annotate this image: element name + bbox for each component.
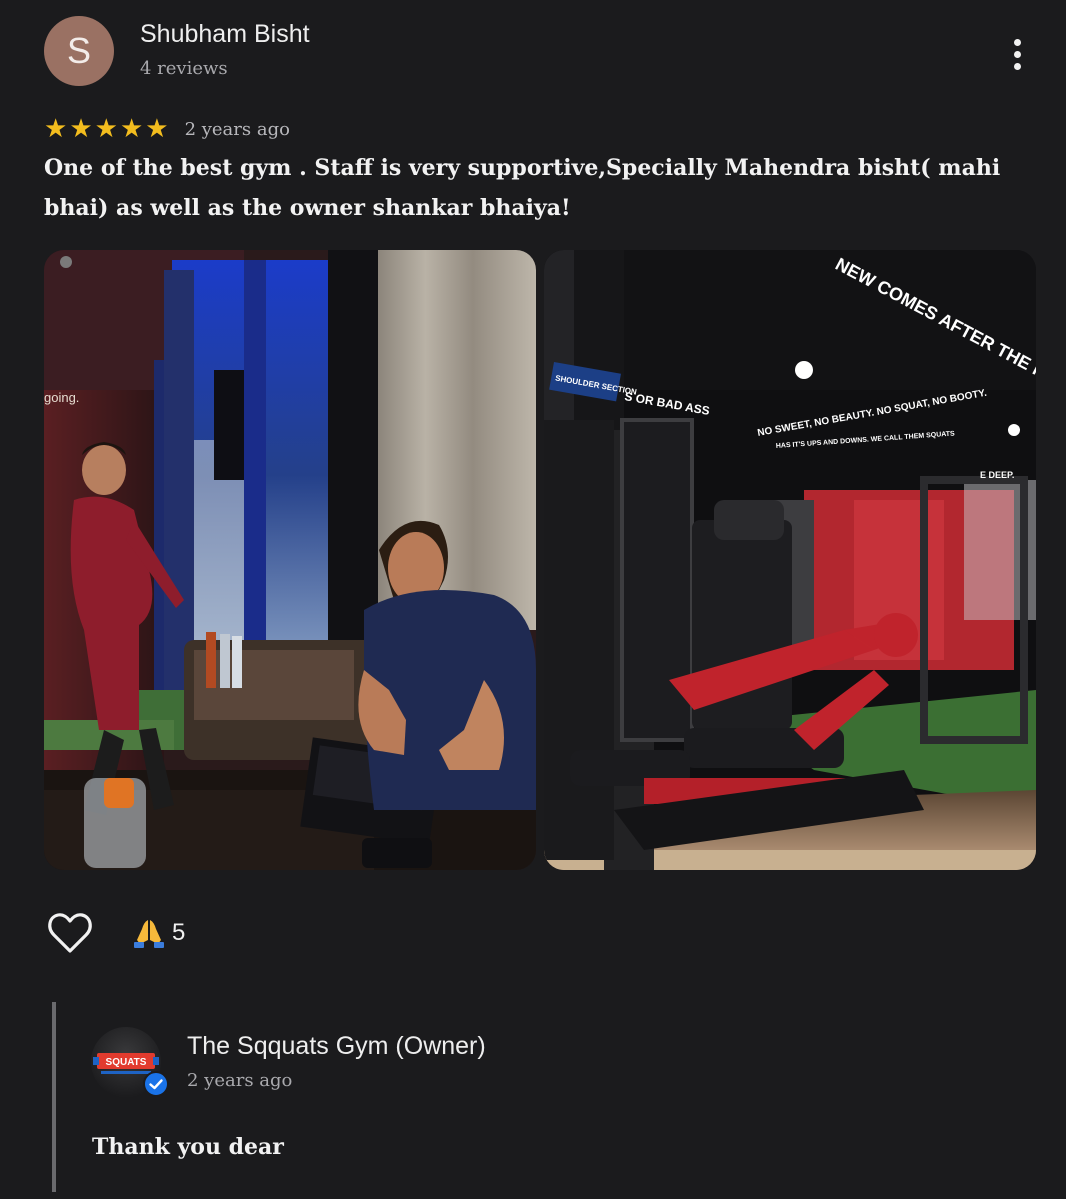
review-header: S Shubham Bisht 4 reviews [44, 16, 1034, 88]
verified-check-icon [143, 1071, 169, 1097]
star-icon: ★ [44, 114, 68, 144]
star-rating: ★ ★ ★ ★ ★ [44, 116, 169, 142]
reaction-count: 5 [172, 919, 186, 946]
star-icon: ★ [145, 114, 169, 144]
rating-row: ★ ★ ★ ★ ★ 2 years ago [44, 114, 290, 144]
star-icon: ★ [69, 114, 93, 144]
review-photo-2[interactable]: NEW COMES AFTER THE HARDEST CLI SHOULDER… [544, 250, 1036, 870]
reviewer-avatar[interactable]: S [44, 16, 114, 86]
gym-logo-text: SQUATS [106, 1057, 147, 1068]
star-icon: ★ [94, 114, 118, 144]
beam-text-right: E DEEP. [980, 470, 1014, 480]
owner-avatar[interactable]: SQUATS [91, 1027, 169, 1097]
review-text: One of the best gym . Staff is very supp… [44, 155, 1001, 221]
star-icon: ★ [119, 114, 144, 144]
owner-reply-date: 2 years ago [187, 1070, 293, 1091]
folded-hands-icon [134, 920, 164, 948]
review-date: 2 years ago [184, 118, 290, 140]
heart-outline-icon[interactable] [46, 910, 94, 956]
review-photo-1[interactable]: going. [44, 250, 536, 870]
reviewer-review-count: 4 reviews [140, 58, 228, 79]
more-options-button[interactable] [1000, 32, 1034, 76]
owner-reply-text: Thank you dear [92, 1134, 284, 1160]
owner-name[interactable]: The Sqquats Gym (Owner) [187, 1032, 486, 1061]
reactions-bar: 5 [46, 908, 185, 958]
wall-text: going. [44, 390, 79, 405]
reaction-summary[interactable]: 5 [132, 916, 185, 950]
more-vert-icon [1013, 38, 1021, 46]
reply-divider-line [52, 1002, 56, 1192]
reviewer-name[interactable]: Shubham Bisht [140, 20, 310, 49]
